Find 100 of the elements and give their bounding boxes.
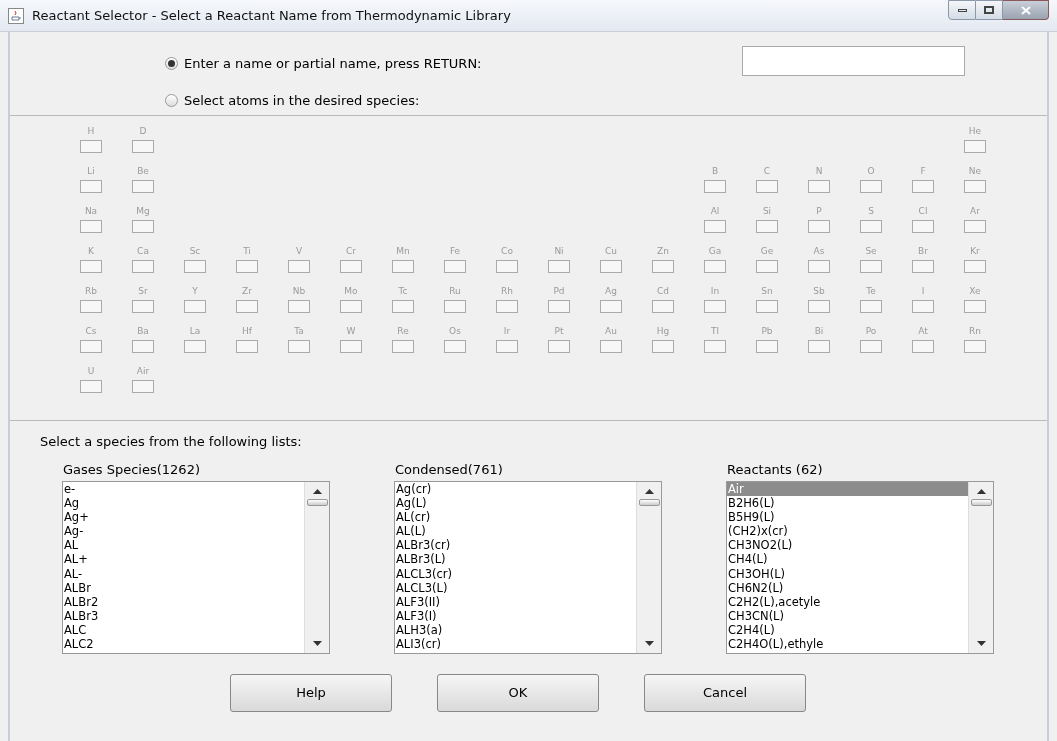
element-checkbox[interactable]: [496, 340, 518, 353]
list-item[interactable]: (CH2)x(cr): [727, 524, 968, 539]
list-item[interactable]: AL-: [63, 566, 304, 581]
element-checkbox[interactable]: [132, 220, 154, 233]
dialog-button[interactable]: Cancel: [644, 674, 806, 712]
name-input-field[interactable]: [742, 46, 965, 76]
element-checkbox[interactable]: [132, 180, 154, 193]
element-checkbox[interactable]: [912, 220, 934, 233]
list-item[interactable]: ALH3(a): [395, 622, 636, 638]
element-checkbox[interactable]: [964, 260, 986, 273]
list-item[interactable]: C2H2(L),acetyle: [727, 594, 968, 609]
list-item[interactable]: ALBr3: [63, 608, 304, 623]
element-checkbox[interactable]: [600, 340, 622, 353]
list-item[interactable]: C2H4O(L),ethyle: [727, 637, 968, 652]
element-checkbox[interactable]: [184, 260, 206, 273]
element-checkbox[interactable]: [236, 340, 258, 353]
list-item[interactable]: AL+: [63, 552, 304, 567]
list-item[interactable]: CH4(L): [727, 552, 968, 567]
element-checkbox[interactable]: [808, 340, 830, 353]
list-item[interactable]: AL(cr): [395, 510, 636, 525]
list-item[interactable]: Ag(cr): [395, 482, 636, 497]
element-checkbox[interactable]: [548, 300, 570, 313]
element-checkbox[interactable]: [184, 300, 206, 313]
element-checkbox[interactable]: [808, 300, 830, 313]
close-button[interactable]: [1003, 0, 1049, 20]
element-checkbox[interactable]: [548, 340, 570, 353]
scroll-thumb[interactable]: [638, 499, 660, 506]
element-checkbox[interactable]: [912, 300, 934, 313]
element-checkbox[interactable]: [756, 260, 778, 273]
radio-button[interactable]: [165, 93, 178, 107]
element-checkbox[interactable]: [132, 380, 154, 393]
scroll-down-icon[interactable]: [644, 640, 654, 646]
list-item[interactable]: AL(L): [395, 524, 636, 539]
maximize-button[interactable]: [976, 0, 1003, 20]
element-checkbox[interactable]: [444, 260, 466, 273]
element-checkbox[interactable]: [808, 180, 830, 193]
scroll-down-icon[interactable]: [312, 640, 322, 646]
list-item[interactable]: ALBr2: [63, 594, 304, 609]
element-checkbox[interactable]: [80, 180, 102, 193]
element-checkbox[interactable]: [912, 260, 934, 273]
list-item[interactable]: B5H9(L): [727, 510, 968, 525]
element-checkbox[interactable]: [808, 220, 830, 233]
element-checkbox[interactable]: [912, 180, 934, 193]
element-checkbox[interactable]: [912, 340, 934, 353]
element-checkbox[interactable]: [704, 180, 726, 193]
list-item[interactable]: B2H6(L): [727, 496, 968, 511]
element-checkbox[interactable]: [288, 300, 310, 313]
element-checkbox[interactable]: [132, 140, 154, 153]
element-checkbox[interactable]: [704, 260, 726, 273]
list-item[interactable]: Ag: [63, 496, 304, 511]
list-item[interactable]: e-: [63, 482, 304, 497]
element-checkbox[interactable]: [496, 300, 518, 313]
element-checkbox[interactable]: [132, 340, 154, 353]
list-item[interactable]: C2H4(L): [727, 622, 968, 638]
list-item[interactable]: ALF3(II): [395, 594, 636, 609]
element-checkbox[interactable]: [860, 220, 882, 233]
element-checkbox[interactable]: [964, 300, 986, 313]
element-checkbox[interactable]: [652, 300, 674, 313]
element-checkbox[interactable]: [548, 260, 570, 273]
element-checkbox[interactable]: [80, 140, 102, 153]
element-checkbox[interactable]: [756, 180, 778, 193]
scrollbar[interactable]: [636, 482, 661, 653]
list-item[interactable]: ALI3(cr): [395, 637, 636, 652]
list-item[interactable]: Ag(L): [395, 496, 636, 511]
dialog-button[interactable]: OK: [437, 674, 599, 712]
list-item[interactable]: ALCL3(cr): [395, 566, 636, 581]
element-checkbox[interactable]: [80, 300, 102, 313]
list-item[interactable]: CH3OH(L): [727, 566, 968, 581]
element-checkbox[interactable]: [340, 300, 362, 313]
list-item[interactable]: AL: [63, 538, 304, 553]
list-item[interactable]: ALBr: [63, 580, 304, 595]
element-checkbox[interactable]: [288, 260, 310, 273]
list-item[interactable]: ALC: [63, 622, 304, 638]
element-checkbox[interactable]: [652, 340, 674, 353]
element-checkbox[interactable]: [704, 300, 726, 313]
scroll-down-icon[interactable]: [976, 640, 986, 646]
element-checkbox[interactable]: [964, 220, 986, 233]
element-checkbox[interactable]: [964, 140, 986, 153]
list-item[interactable]: CH3CN(L): [727, 608, 968, 623]
scroll-up-icon[interactable]: [976, 489, 986, 495]
element-checkbox[interactable]: [444, 340, 466, 353]
element-checkbox[interactable]: [340, 260, 362, 273]
element-checkbox[interactable]: [964, 180, 986, 193]
element-checkbox[interactable]: [756, 340, 778, 353]
element-checkbox[interactable]: [132, 260, 154, 273]
element-checkbox[interactable]: [184, 340, 206, 353]
list-item[interactable]: Ag-: [63, 524, 304, 539]
scroll-thumb[interactable]: [970, 499, 992, 506]
element-checkbox[interactable]: [236, 260, 258, 273]
element-checkbox[interactable]: [964, 340, 986, 353]
element-checkbox[interactable]: [808, 260, 830, 273]
element-checkbox[interactable]: [704, 340, 726, 353]
scroll-up-icon[interactable]: [312, 489, 322, 495]
radio-button[interactable]: [165, 57, 178, 71]
scrollbar[interactable]: [304, 482, 329, 653]
element-checkbox[interactable]: [860, 340, 882, 353]
list-item[interactable]: ALBr3(L): [395, 552, 636, 567]
element-checkbox[interactable]: [600, 260, 622, 273]
list-item[interactable]: CH6N2(L): [727, 580, 968, 595]
element-checkbox[interactable]: [756, 220, 778, 233]
